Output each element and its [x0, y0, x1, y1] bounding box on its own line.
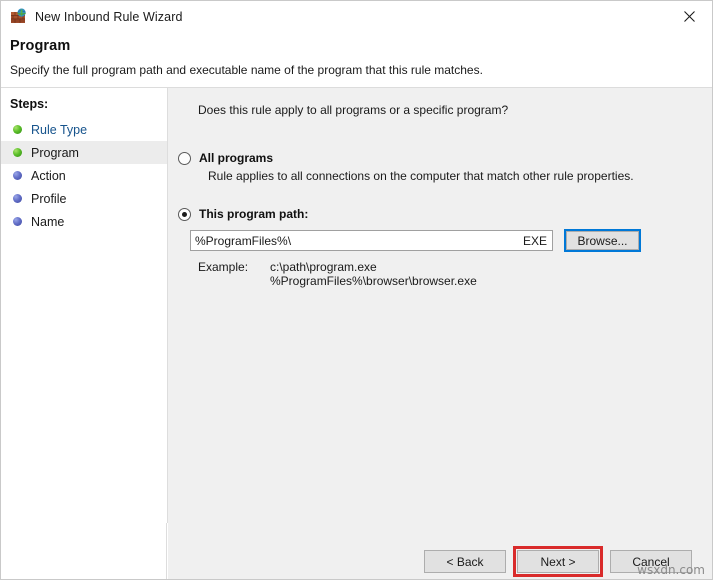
back-button[interactable]: < Back: [424, 550, 506, 573]
sidebar-item-label: Profile: [31, 192, 66, 206]
step-bullet-icon: [13, 171, 22, 180]
steps-heading: Steps:: [1, 88, 167, 111]
page-subtitle: Specify the full program path and execut…: [10, 63, 712, 77]
browse-button[interactable]: Browse...: [566, 231, 639, 250]
firewall-icon: [10, 8, 27, 25]
path-example: Example: c:\path\program.exe %ProgramFil…: [198, 260, 641, 288]
path-example-label: Example:: [198, 260, 270, 288]
wizard-window: New Inbound Rule Wizard Program Specify …: [0, 0, 713, 580]
wizard-body: Steps: Rule Type Program Action Profile: [1, 87, 712, 523]
sidebar-item-action[interactable]: Action: [1, 164, 167, 187]
sidebar-item-label: Action: [31, 169, 66, 183]
next-button-annotation: Next >: [513, 546, 603, 577]
option-all-programs-label: All programs: [199, 151, 273, 165]
option-program-path-label: This program path:: [199, 207, 308, 221]
option-all-programs-description: Rule applies to all connections on the c…: [208, 169, 634, 183]
page-title: Program: [10, 38, 712, 54]
step-bullet-icon: [13, 148, 22, 157]
path-example-line: c:\path\program.exe: [270, 260, 477, 274]
program-path-input[interactable]: %ProgramFiles%\ EXE: [190, 230, 553, 251]
option-all-programs[interactable]: All programs Rule applies to all connect…: [178, 151, 634, 183]
step-bullet-icon: [13, 217, 22, 226]
program-path-row: %ProgramFiles%\ EXE Browse...: [190, 229, 641, 252]
steps-sidebar: Steps: Rule Type Program Action Profile: [1, 88, 168, 523]
browse-button-focus-ring: Browse...: [564, 229, 641, 252]
path-example-lines: c:\path\program.exe %ProgramFiles%\brows…: [270, 260, 477, 288]
content-pane: Does this rule apply to all programs or …: [168, 88, 712, 523]
path-example-line: %ProgramFiles%\browser\browser.exe: [270, 274, 477, 288]
sidebar-item-rule-type[interactable]: Rule Type: [1, 118, 167, 141]
next-button[interactable]: Next >: [517, 550, 599, 573]
program-path-value: %ProgramFiles%\: [195, 234, 523, 248]
page-header: Program Specify the full program path an…: [1, 32, 712, 87]
sidebar-item-label: Rule Type: [31, 123, 87, 137]
sidebar-footer-fill: [1, 523, 167, 579]
sidebar-item-label: Program: [31, 146, 79, 160]
sidebar-item-name[interactable]: Name: [1, 210, 167, 233]
dialog-footer: < Back Next > Cancel: [168, 523, 712, 579]
watermark: wsxdn.com: [637, 563, 705, 577]
step-bullet-icon: [13, 194, 22, 203]
step-bullet-icon: [13, 125, 22, 134]
sidebar-item-profile[interactable]: Profile: [1, 187, 167, 210]
steps-list: Rule Type Program Action Profile Name: [1, 118, 167, 233]
question-text: Does this rule apply to all programs or …: [198, 103, 508, 117]
window-title: New Inbound Rule Wizard: [35, 10, 183, 24]
radio-program-path[interactable]: [178, 208, 191, 221]
close-icon[interactable]: [667, 1, 712, 31]
option-program-path[interactable]: This program path: %ProgramFiles%\ EXE B…: [178, 207, 641, 288]
program-path-suffix: EXE: [523, 234, 547, 248]
sidebar-item-program[interactable]: Program: [1, 141, 167, 164]
title-bar: New Inbound Rule Wizard: [1, 1, 712, 32]
sidebar-item-label: Name: [31, 215, 64, 229]
radio-all-programs[interactable]: [178, 152, 191, 165]
